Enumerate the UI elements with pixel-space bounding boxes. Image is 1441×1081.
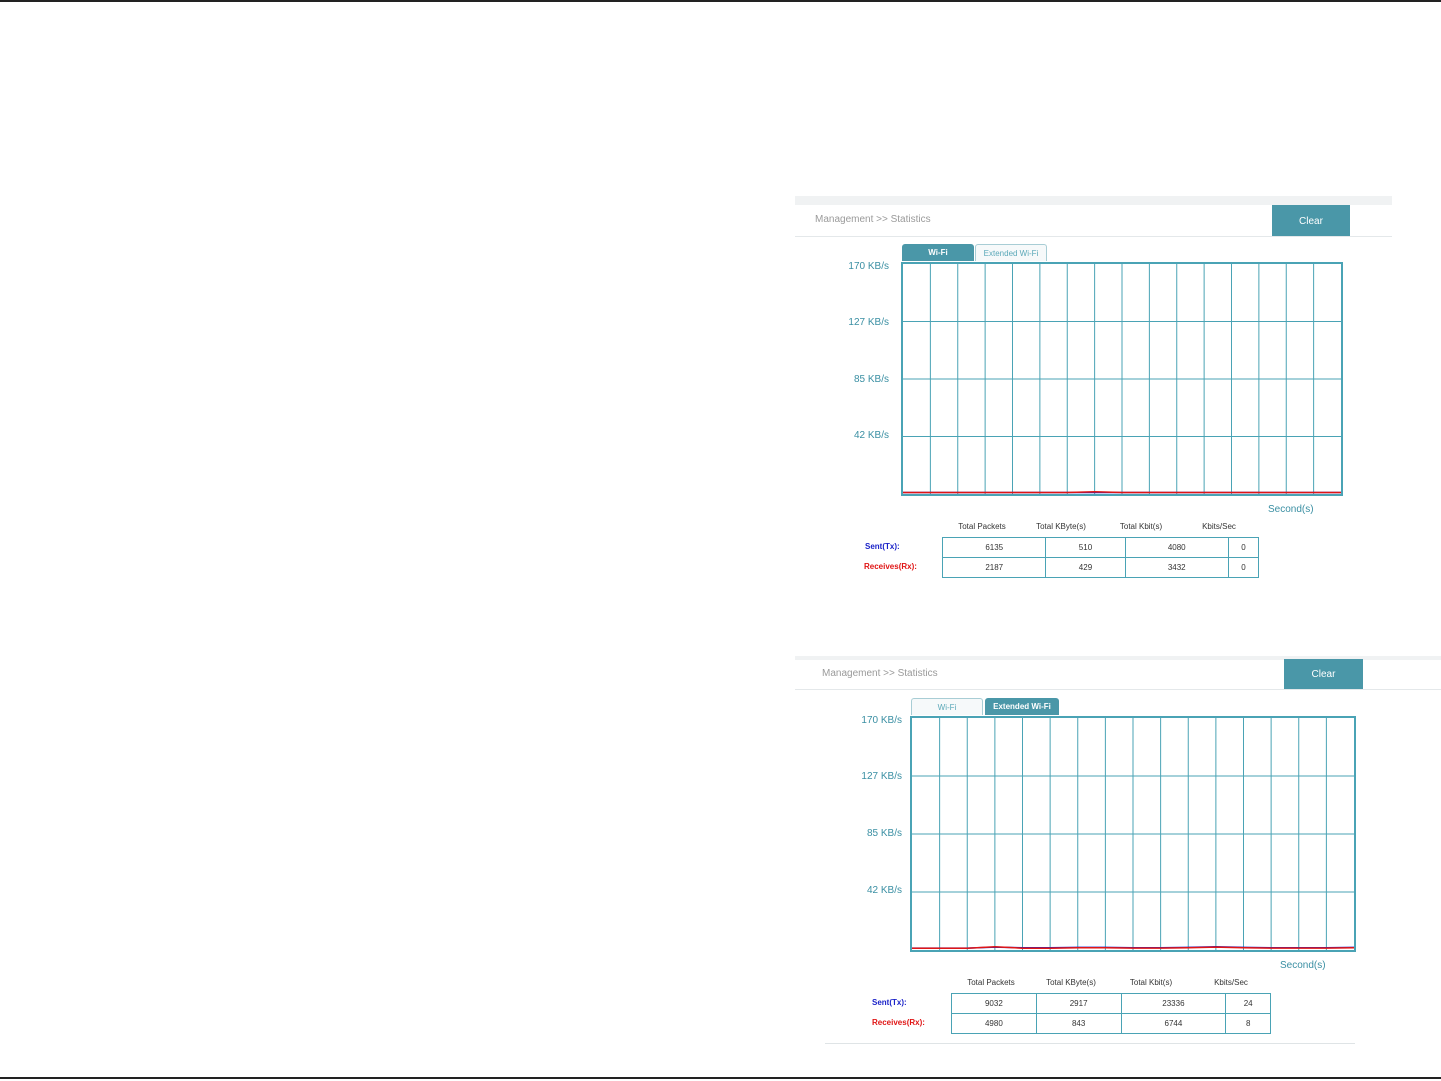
traffic-graph-svg — [912, 718, 1354, 950]
y-tick-label: 170 KB/s — [848, 261, 889, 272]
statistics-panel-wifi: Management >> Statistics Clear Wi-Fi Ext… — [795, 196, 1392, 591]
x-axis-unit: Second(s) — [1268, 504, 1314, 515]
header-divider — [795, 236, 1392, 237]
rx-series-line — [903, 490, 1341, 494]
y-tick-label: 85 KB/s — [866, 828, 902, 839]
y-tick-label: 127 KB/s — [848, 317, 889, 328]
table-cell: 24 — [1225, 993, 1271, 1014]
table-row: 2187 429 3432 0 — [941, 557, 1260, 578]
column-header: Kbits/Sec — [1202, 522, 1236, 531]
bottom-border — [0, 1077, 1441, 1079]
y-tick-label: 127 KB/s — [861, 771, 902, 782]
table-cell: 6744 — [1120, 1013, 1227, 1034]
table-cell: 2187 — [941, 557, 1047, 578]
row-label-receives: Receives(Rx): — [872, 1018, 925, 1027]
column-header: Total Kbit(s) — [1119, 522, 1163, 531]
tab-wifi[interactable]: Wi-Fi — [911, 698, 983, 715]
breadcrumb: Management >> Statistics — [822, 668, 938, 679]
table-row: 6135 510 4080 0 — [941, 537, 1260, 558]
statistics-panel-extended-wifi: Management >> Statistics Clear Wi-Fi Ext… — [795, 656, 1441, 1048]
table-cell: 9032 — [951, 993, 1037, 1014]
row-label-receives: Receives(Rx): — [864, 562, 917, 571]
row-label-sent: Sent(Tx): — [865, 542, 900, 551]
column-header: Total Packets — [967, 978, 1015, 987]
row-label-sent: Sent(Tx): — [872, 998, 907, 1007]
clear-button[interactable]: Clear — [1272, 205, 1350, 237]
column-header: Total Kbit(s) — [1129, 978, 1173, 987]
tab-wifi[interactable]: Wi-Fi — [902, 244, 974, 261]
table-cell: 429 — [1045, 557, 1126, 578]
table-cell: 3432 — [1124, 557, 1229, 578]
column-header: Kbits/Sec — [1214, 978, 1248, 987]
panel-footer-divider — [825, 1043, 1355, 1044]
panel-top-band — [795, 196, 1392, 205]
y-tick-label: 170 KB/s — [861, 715, 902, 726]
table-cell: 0 — [1227, 537, 1260, 558]
tab-extended-wifi[interactable]: Extended Wi-Fi — [975, 244, 1047, 261]
table-cell: 8 — [1225, 1013, 1271, 1034]
traffic-graph — [901, 262, 1343, 496]
traffic-graph-svg — [903, 264, 1341, 494]
top-border — [0, 0, 1441, 2]
column-header: Total Packets — [958, 522, 1006, 531]
stats-table: 6135 510 4080 0 2187 429 3432 0 — [941, 537, 1260, 578]
x-axis-unit: Second(s) — [1280, 960, 1326, 971]
table-cell: 23336 — [1120, 993, 1227, 1014]
breadcrumb: Management >> Statistics — [815, 214, 931, 225]
stats-table: 9032 2917 23336 24 4980 843 6744 8 — [951, 993, 1271, 1034]
tab-extended-wifi[interactable]: Extended Wi-Fi — [985, 698, 1059, 715]
header-divider — [795, 689, 1441, 690]
y-tick-label: 85 KB/s — [853, 374, 889, 385]
table-row: 4980 843 6744 8 — [951, 1013, 1271, 1034]
y-tick-label: 42 KB/s — [853, 430, 889, 441]
table-cell: 6135 — [941, 537, 1047, 558]
table-cell: 510 — [1045, 537, 1126, 558]
table-cell: 4080 — [1124, 537, 1229, 558]
column-header: Total KByte(s) — [1046, 978, 1096, 987]
table-cell: 0 — [1227, 557, 1260, 578]
table-cell: 4980 — [951, 1013, 1037, 1034]
table-cell: 843 — [1035, 1013, 1122, 1034]
table-cell: 2917 — [1035, 993, 1122, 1014]
column-header: Total KByte(s) — [1036, 522, 1086, 531]
traffic-graph — [910, 716, 1356, 952]
clear-button[interactable]: Clear — [1284, 659, 1363, 689]
table-row: 9032 2917 23336 24 — [951, 993, 1271, 1014]
y-tick-label: 42 KB/s — [866, 885, 902, 896]
